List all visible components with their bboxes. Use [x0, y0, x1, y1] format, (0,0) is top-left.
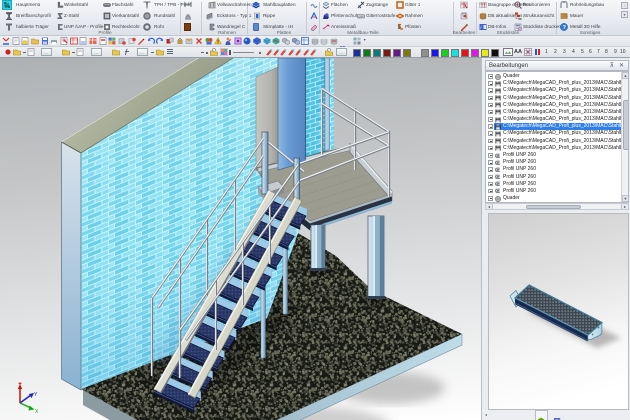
svg-text:GRP: GRP [358, 14, 364, 18]
svg-text:?: ? [563, 25, 566, 31]
svg-text:X: X [35, 409, 39, 415]
svg-text:Y: Y [34, 392, 38, 398]
